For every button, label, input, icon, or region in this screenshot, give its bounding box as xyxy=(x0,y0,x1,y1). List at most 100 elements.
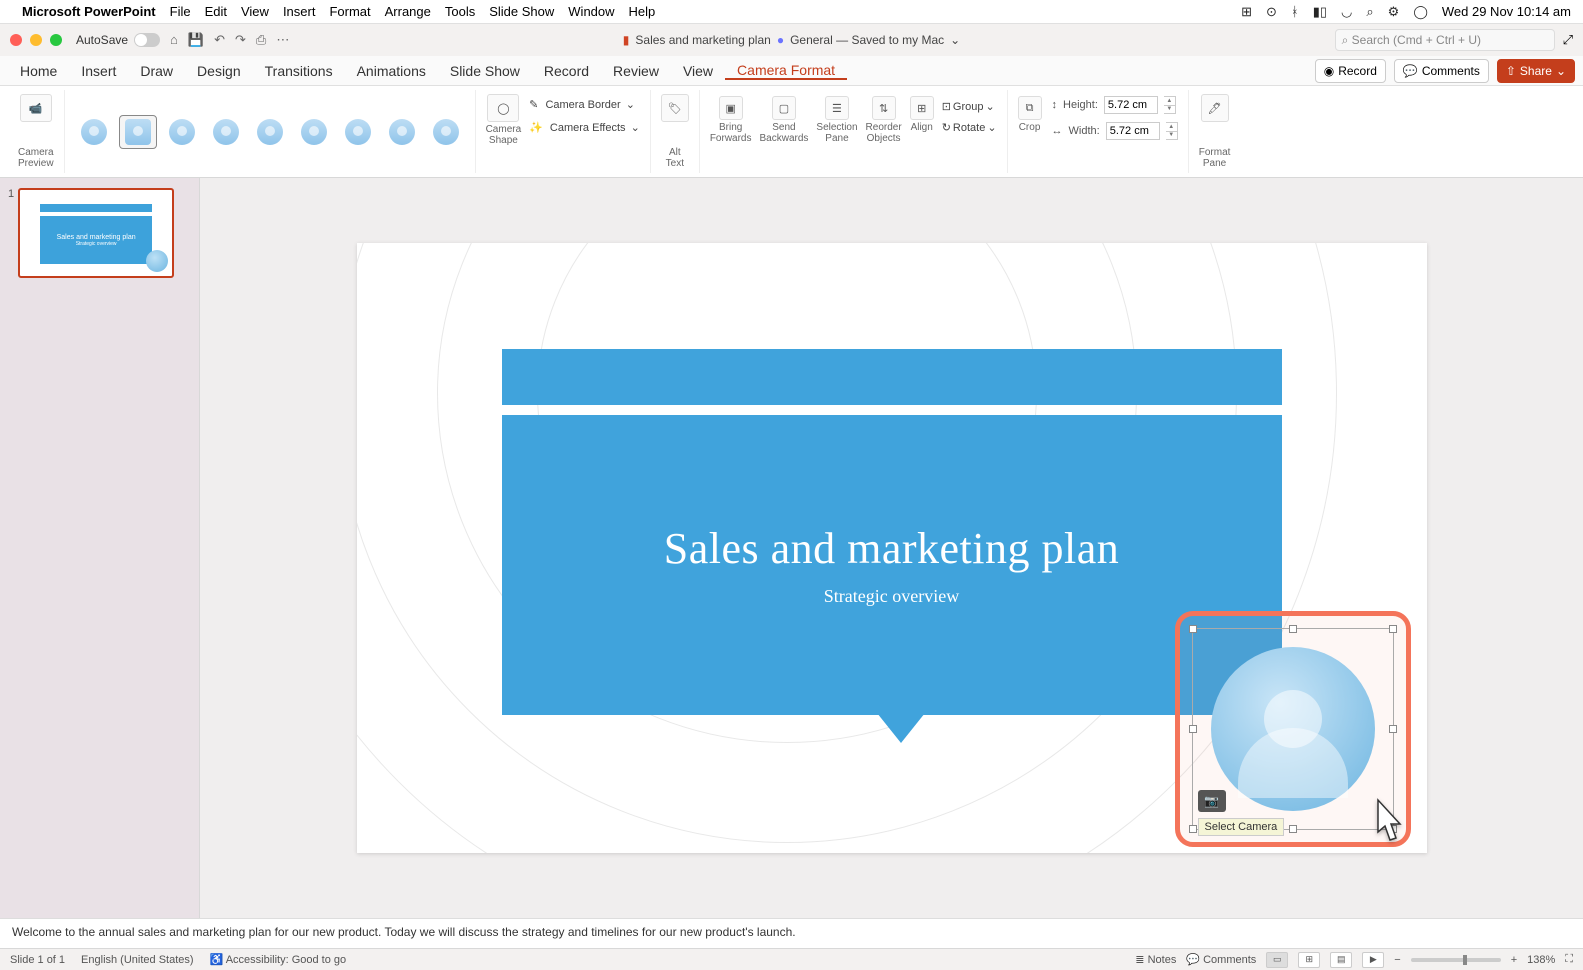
camera-style-3[interactable] xyxy=(163,115,201,149)
tab-draw[interactable]: Draw xyxy=(128,63,185,79)
resize-handle-ml[interactable] xyxy=(1189,725,1197,733)
view-reading[interactable]: ▤ xyxy=(1330,952,1352,968)
camera-style-6[interactable] xyxy=(295,115,333,149)
zoom-in[interactable]: + xyxy=(1511,954,1517,966)
reorder-objects-button[interactable]: ⇅ xyxy=(872,96,896,120)
play-icon[interactable]: ⊙ xyxy=(1266,4,1277,20)
menu-format[interactable]: Format xyxy=(329,4,370,19)
status-language[interactable]: English (United States) xyxy=(81,954,194,966)
siri-icon[interactable]: ◯ xyxy=(1413,4,1428,20)
slide-canvas[interactable]: Sales and marketing plan Strategic overv… xyxy=(357,243,1427,853)
print-icon[interactable]: ⎙ xyxy=(256,32,266,48)
qat-more-icon[interactable]: ⋯ xyxy=(276,32,289,48)
tab-record[interactable]: Record xyxy=(532,63,601,79)
battery-icon[interactable]: ▮▯ xyxy=(1313,4,1327,20)
minimize-window[interactable] xyxy=(30,34,42,46)
resize-handle-mr[interactable] xyxy=(1389,725,1397,733)
camera-preview-icon[interactable]: 📹 xyxy=(20,94,52,122)
fit-to-window[interactable]: ⛶ xyxy=(1565,953,1573,966)
menu-window[interactable]: Window xyxy=(568,4,614,19)
control-center-icon[interactable]: ⚙ xyxy=(1388,4,1400,20)
tab-animations[interactable]: Animations xyxy=(345,63,438,79)
rotate-dropdown[interactable]: ↻ Rotate ⌄ xyxy=(942,121,997,134)
tab-insert[interactable]: Insert xyxy=(69,63,128,79)
save-icon[interactable]: 💾 xyxy=(188,32,204,48)
camera-style-8[interactable] xyxy=(383,115,421,149)
zoom-value[interactable]: 138% xyxy=(1527,954,1555,966)
tab-transitions[interactable]: Transitions xyxy=(253,63,345,79)
selection-pane-button[interactable]: ☰ xyxy=(825,96,849,120)
chevron-down-icon[interactable]: ⌄ xyxy=(950,33,960,47)
menu-tools[interactable]: Tools xyxy=(445,4,475,19)
menu-help[interactable]: Help xyxy=(629,4,656,19)
record-button[interactable]: ◉Record xyxy=(1315,59,1386,83)
close-window[interactable] xyxy=(10,34,22,46)
notes-pane[interactable]: Welcome to the annual sales and marketin… xyxy=(0,918,1583,948)
width-stepper[interactable]: ▲▼ xyxy=(1166,122,1178,140)
home-icon[interactable]: ⌂ xyxy=(170,32,178,48)
comments-button[interactable]: 💬Comments xyxy=(1394,59,1489,83)
status-notes-button[interactable]: ≣ Notes xyxy=(1135,953,1176,966)
camera-style-1[interactable] xyxy=(75,115,113,149)
tab-design[interactable]: Design xyxy=(185,63,253,79)
menu-slideshow[interactable]: Slide Show xyxy=(489,4,554,19)
height-stepper[interactable]: ▲▼ xyxy=(1164,96,1176,114)
align-button[interactable]: ⊞ xyxy=(910,96,934,120)
menu-insert[interactable]: Insert xyxy=(283,4,316,19)
send-backward-button[interactable]: ▢ xyxy=(772,96,796,120)
thumbnail-slide-1[interactable]: Sales and marketing plan Strategic overv… xyxy=(18,188,174,278)
app-name[interactable]: Microsoft PowerPoint xyxy=(22,4,156,19)
menu-edit[interactable]: Edit xyxy=(205,4,227,19)
status-accessibility[interactable]: ♿ Accessibility: Good to go xyxy=(210,953,347,966)
resize-handle-tr[interactable] xyxy=(1389,625,1397,633)
camera-style-9[interactable] xyxy=(427,115,465,149)
resize-handle-bc[interactable] xyxy=(1289,825,1297,833)
resize-handle-tc[interactable] xyxy=(1289,625,1297,633)
undo-icon[interactable]: ↶ xyxy=(214,32,225,48)
height-input[interactable] xyxy=(1104,96,1158,114)
alt-text-button[interactable]: 🏷 xyxy=(661,94,689,122)
bluetooth-icon[interactable]: ᚼ xyxy=(1291,4,1299,19)
zoom-out[interactable]: − xyxy=(1394,954,1400,966)
camera-shape-button[interactable]: ◯ xyxy=(487,94,519,122)
view-normal[interactable]: ▭ xyxy=(1266,952,1288,968)
cameo-camera-icon[interactable]: 📷 xyxy=(1198,790,1226,812)
search-input[interactable]: ⌕ Search (Cmd + Ctrl + U) xyxy=(1335,29,1555,51)
menu-arrange[interactable]: Arrange xyxy=(385,4,431,19)
crop-button[interactable]: ⧉ xyxy=(1018,96,1042,120)
camera-effects-dropdown[interactable]: ✨ Camera Effects ⌄ xyxy=(529,121,640,134)
menu-file[interactable]: File xyxy=(170,4,191,19)
doc-channel[interactable]: General — Saved to my Mac xyxy=(790,33,944,47)
camera-style-5[interactable] xyxy=(251,115,289,149)
tab-slideshow[interactable]: Slide Show xyxy=(438,63,532,79)
width-input[interactable] xyxy=(1106,122,1160,140)
group-dropdown[interactable]: ⊡ Group ⌄ xyxy=(942,100,997,113)
spotlight-icon[interactable]: ⌕ xyxy=(1366,4,1373,20)
slide-body-box[interactable]: Sales and marketing plan Strategic overv… xyxy=(502,415,1282,715)
zoom-slider[interactable] xyxy=(1411,958,1501,962)
share-button[interactable]: ⇧Share⌄ xyxy=(1497,59,1575,83)
status-slide[interactable]: Slide 1 of 1 xyxy=(10,954,65,966)
slide-title-strip[interactable] xyxy=(502,349,1282,405)
wifi-icon[interactable]: ◡ xyxy=(1341,4,1352,20)
cameo-placeholder[interactable] xyxy=(1211,647,1375,811)
redo-icon[interactable]: ↷ xyxy=(235,32,246,48)
camera-style-4[interactable] xyxy=(207,115,245,149)
expand-ribbon-icon[interactable]: ⤢ xyxy=(1563,32,1573,48)
menu-view[interactable]: View xyxy=(241,4,269,19)
zoom-window[interactable] xyxy=(50,34,62,46)
tab-view[interactable]: View xyxy=(671,63,725,79)
resize-handle-tl[interactable] xyxy=(1189,625,1197,633)
camera-border-dropdown[interactable]: ✎ Camera Border ⌄ xyxy=(529,98,640,111)
tray-icon[interactable]: ⊞ xyxy=(1241,4,1252,20)
doc-title[interactable]: Sales and marketing plan xyxy=(635,33,770,47)
format-pane-button[interactable]: 🖊 xyxy=(1201,94,1229,122)
tab-review[interactable]: Review xyxy=(601,63,671,79)
view-slideshow[interactable]: ▶ xyxy=(1362,952,1384,968)
status-comments-button[interactable]: 💬 Comments xyxy=(1186,953,1256,966)
bring-forward-button[interactable]: ▣ xyxy=(719,96,743,120)
autosave-toggle[interactable] xyxy=(134,33,160,47)
camera-style-7[interactable] xyxy=(339,115,377,149)
view-sorter[interactable]: ⊞ xyxy=(1298,952,1320,968)
tab-home[interactable]: Home xyxy=(8,63,69,79)
